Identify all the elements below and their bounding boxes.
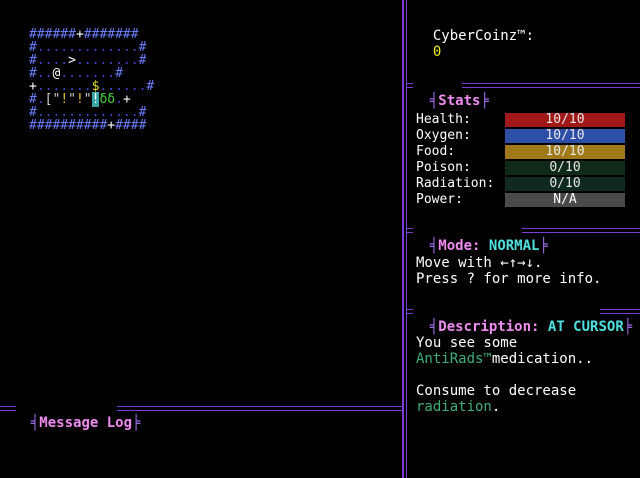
wall-tiles: ##########	[29, 118, 108, 133]
wall-tiles: #	[146, 79, 155, 94]
description-header: ╡Description: AT CURSOR╞	[429, 319, 633, 335]
stats-header: ╡Stats╞	[429, 93, 489, 109]
description-value: AT CURSOR	[547, 319, 624, 335]
stats-header-line-right	[462, 83, 640, 88]
stat-bar: 10/10	[505, 113, 625, 127]
stat-label: Oxygen:	[416, 128, 471, 143]
description-line4: radiation.	[416, 399, 500, 415]
mode-help-line1: Move with ←↑→↓.	[416, 255, 543, 271]
message-log-panel[interactable]	[0, 416, 400, 478]
description-item-suffix: medication..	[491, 351, 594, 367]
stat-bar: N/A	[505, 193, 625, 207]
dungeon-map[interactable]: ######+####### #.............# #....>.....…	[29, 28, 154, 132]
stats-title: Stats	[438, 93, 481, 109]
description-line1: You see some	[416, 335, 518, 351]
description-effect-suffix: .	[491, 399, 501, 415]
stat-label: Health:	[416, 112, 471, 127]
message-log-line-right	[117, 406, 402, 411]
wall-tiles: ####	[115, 118, 147, 133]
mode-header: ╡Mode: NORMAL╞	[429, 238, 548, 254]
stat-label: Poison:	[416, 160, 471, 175]
wall-tiles: #	[138, 53, 147, 68]
mode-header-line-right	[522, 228, 640, 233]
stat-label: Food:	[416, 144, 456, 159]
mode-value: NORMAL	[488, 238, 540, 254]
mode-help-line2: Press ? for more info.	[416, 271, 602, 287]
description-header-line-right	[600, 309, 640, 314]
description-line2: AntiRads™medication..	[416, 351, 593, 367]
description-line3: Consume to decrease	[416, 383, 577, 399]
stat-bar: 0/10	[505, 177, 625, 191]
stat-bar: 10/10	[505, 129, 625, 143]
currency-value: 0	[432, 44, 442, 60]
currency-readout: CyberCoinz™: 0	[416, 12, 534, 60]
stat-bar: 0/10	[505, 161, 625, 175]
sidebar-divider	[402, 0, 407, 478]
description-effect: radiation	[416, 399, 492, 415]
stat-bar: 10/10	[505, 145, 625, 159]
currency-label: CyberCoinz™:	[432, 28, 535, 44]
map-row: ##########+####	[29, 119, 154, 132]
stat-label: Power:	[416, 192, 463, 207]
mode-title: Mode:	[438, 238, 481, 254]
description-title: Description:	[438, 319, 540, 335]
stat-label: Radiation:	[416, 176, 495, 191]
door-tile: +	[107, 118, 116, 133]
description-item-name: AntiRads™	[416, 351, 492, 367]
